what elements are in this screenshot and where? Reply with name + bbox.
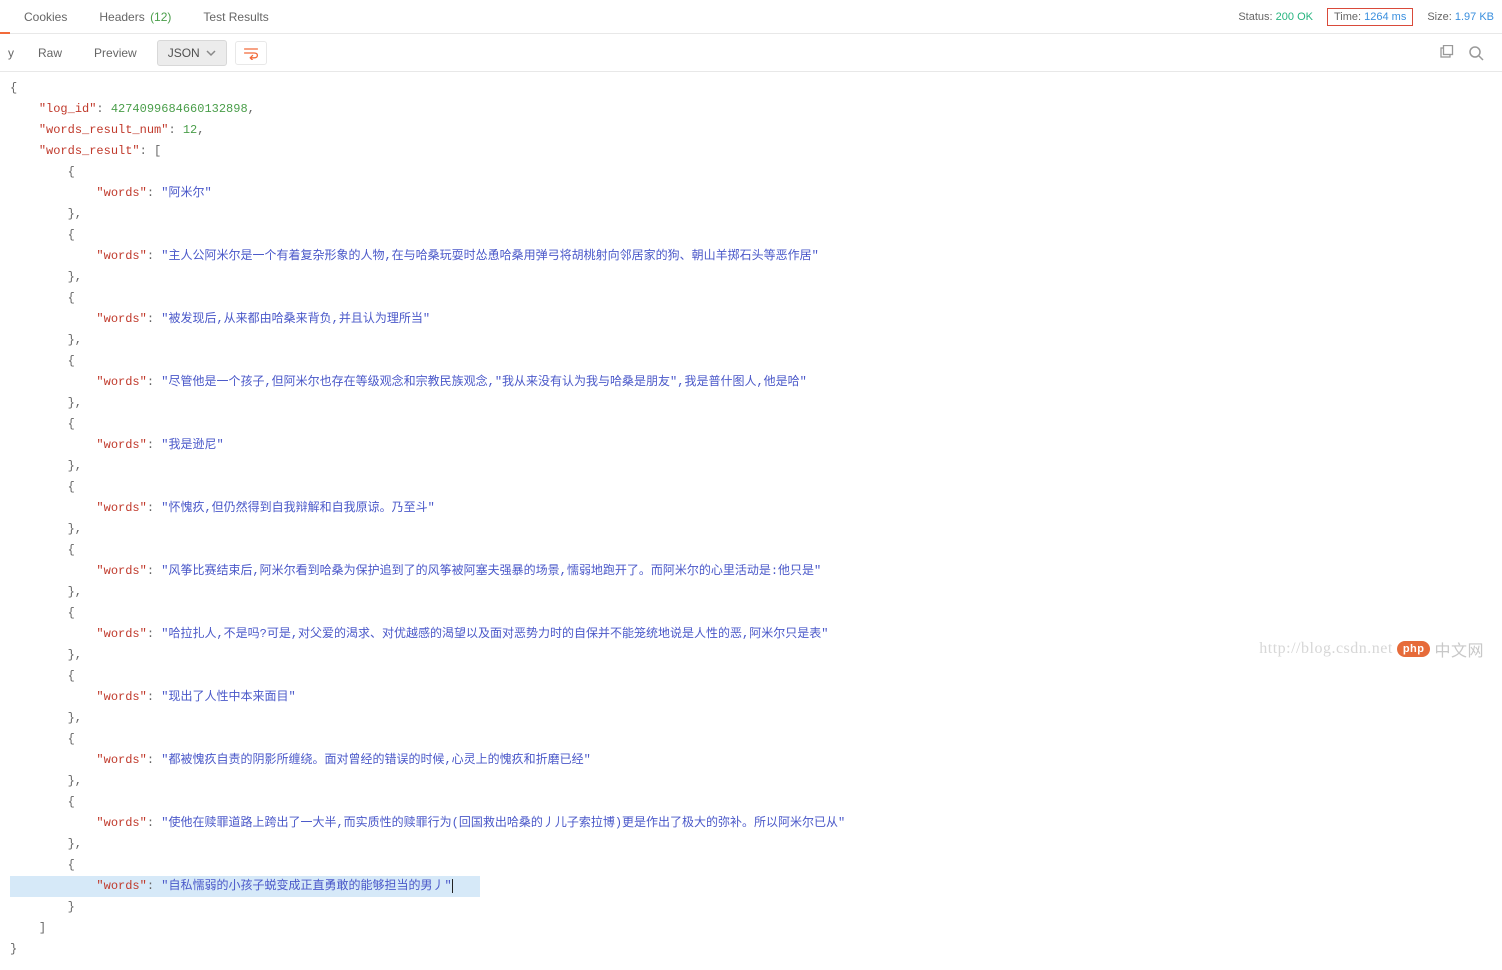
json-val-item-10: "使他在赎罪道路上跨出了一大半,而实质性的赎罪行为(回国救出哈桑的丿儿子索拉博)… xyxy=(161,816,845,830)
json-key-log-id: "log_id" xyxy=(39,102,97,116)
raw-tab[interactable]: Raw xyxy=(26,40,74,66)
json-key-words: "words" xyxy=(96,753,146,767)
watermark: http://blog.csdn.net php 中文网 xyxy=(1259,637,1484,661)
tab-cookies[interactable]: Cookies xyxy=(8,2,83,32)
text-cursor xyxy=(452,879,453,893)
format-dropdown[interactable]: JSON xyxy=(157,40,227,66)
tab-headers[interactable]: Headers (12) xyxy=(83,2,187,32)
json-key-words: "words" xyxy=(96,312,146,326)
json-val-item-11: "自私懦弱的小孩子蜕变成正直勇敢的能够担当的男丿" xyxy=(161,879,451,893)
time-label: Time: xyxy=(1334,11,1361,23)
tab-headers-count: (12) xyxy=(150,10,171,24)
time-value[interactable]: 1264 ms xyxy=(1364,11,1406,23)
wrap-icon xyxy=(243,46,259,60)
json-val-item-3: "尽管他是一个孩子,但阿米尔也存在等级观念和宗教民族观念,"我从来没有认为我与哈… xyxy=(161,375,807,389)
json-viewer[interactable]: { "log_id": 4274099684660132898, "words_… xyxy=(0,72,1502,970)
json-key-words-result: "words_result" xyxy=(39,144,140,158)
watermark-cn: 中文网 xyxy=(1434,637,1484,661)
json-key-words: "words" xyxy=(96,816,146,830)
copy-icon[interactable] xyxy=(1438,45,1454,61)
preview-tab[interactable]: Preview xyxy=(82,40,149,66)
status-label: Status: xyxy=(1238,11,1272,23)
time-box: Time: 1264 ms xyxy=(1327,8,1413,26)
pretty-tab-stub[interactable]: y xyxy=(8,40,18,66)
json-val-item-0: "阿米尔" xyxy=(161,186,211,200)
watermark-badge: php xyxy=(1397,641,1431,657)
tab-headers-label: Headers xyxy=(99,10,144,24)
json-val-item-1: "主人公阿米尔是一个有着复杂形象的人物,在与哈桑玩耍时怂恿哈桑用弹弓将胡桃射向邻… xyxy=(161,249,819,263)
json-key-words: "words" xyxy=(96,375,146,389)
format-dropdown-label: JSON xyxy=(168,46,200,60)
json-val-item-2: "被发现后,从来都由哈桑来背负,并且认为理所当" xyxy=(161,312,430,326)
wrap-lines-button[interactable] xyxy=(235,41,267,65)
response-tabs: Cookies Headers (12) Test Results Status… xyxy=(0,0,1502,34)
size-value[interactable]: 1.97 KB xyxy=(1455,11,1494,23)
tab-test-results[interactable]: Test Results xyxy=(187,2,284,32)
body-toolbar: y Raw Preview JSON xyxy=(0,34,1502,72)
json-key-words: "words" xyxy=(96,564,146,578)
json-key-words: "words" xyxy=(96,186,146,200)
json-val-item-7: "哈拉扎人,不是吗?可是,对父爱的渴求、对优越感的渴望以及面对恶势力时的自保并不… xyxy=(161,627,828,641)
json-val-item-6: "风筝比赛结束后,阿米尔看到哈桑为保护追到了的风筝被阿塞夫强暴的场景,懦弱地跑开… xyxy=(161,564,821,578)
watermark-url: http://blog.csdn.net xyxy=(1259,640,1393,658)
response-meta: Status: 200 OK Time: 1264 ms Size: 1.97 … xyxy=(1238,8,1494,26)
json-key-result-num: "words_result_num" xyxy=(39,123,169,137)
json-val-item-4: "我是逊尼" xyxy=(161,438,223,452)
json-val-item-8: "现出了人性中本来面目" xyxy=(161,690,295,704)
status-value[interactable]: 200 OK xyxy=(1276,11,1313,23)
json-key-words: "words" xyxy=(96,879,146,893)
json-val-item-5: "怀愧疚,但仍然得到自我辩解和自我原谅。乃至斗" xyxy=(161,501,435,515)
json-val-result-num: 12 xyxy=(183,123,197,137)
json-val-log-id: 4274099684660132898 xyxy=(111,102,248,116)
chevron-down-icon xyxy=(206,48,216,58)
json-key-words: "words" xyxy=(96,690,146,704)
json-val-item-9: "都被愧疚自责的阴影所缠绕。面对曾经的错误的时候,心灵上的愧疚和折磨已经" xyxy=(161,753,591,767)
json-key-words: "words" xyxy=(96,501,146,515)
json-key-words: "words" xyxy=(96,438,146,452)
highlighted-line: "words": "自私懦弱的小孩子蜕变成正直勇敢的能够担当的男丿" xyxy=(10,876,480,897)
json-key-words: "words" xyxy=(96,627,146,641)
size-label: Size: xyxy=(1427,11,1451,23)
active-tab-indicator xyxy=(0,32,10,34)
json-key-words: "words" xyxy=(96,249,146,263)
search-icon[interactable] xyxy=(1468,45,1484,61)
